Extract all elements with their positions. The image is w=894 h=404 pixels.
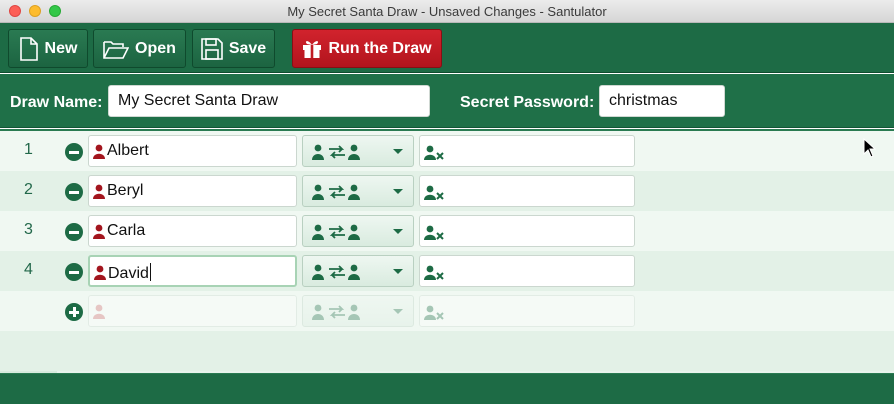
participant-name: Beryl (107, 182, 144, 199)
draw-name-label: Draw Name: (10, 94, 103, 111)
participant-name-field[interactable]: David (88, 255, 297, 287)
exclusions-field[interactable] (419, 215, 635, 247)
swap-icon (312, 184, 403, 200)
participant-name-container: David (108, 263, 151, 283)
exclusion-mode-dropdown[interactable] (302, 215, 414, 247)
open-button[interactable]: Open (93, 29, 186, 68)
save-disk-icon (201, 37, 223, 60)
row-number: 3 (24, 221, 33, 238)
chevron-down-icon (393, 229, 403, 234)
participant-name: Carla (107, 222, 146, 239)
person-exclude-icon (424, 305, 444, 320)
remove-icon[interactable] (65, 183, 83, 201)
person-icon (93, 224, 105, 239)
draw-settings-bar: Draw Name: My Secret Santa Draw Secret P… (0, 74, 894, 128)
participants-grid: 1 Albert 2 Beryl 3 Carla 4 David (0, 129, 894, 374)
person-exclude-icon (424, 145, 444, 160)
person-icon (93, 184, 105, 199)
chevron-down-icon (393, 269, 403, 274)
person-icon (93, 144, 105, 159)
maximize-window-button[interactable] (49, 5, 61, 17)
participant-row: 1 Albert (0, 131, 894, 171)
window-title: My Secret Santa Draw - Unsaved Changes -… (287, 4, 607, 19)
status-bar (0, 374, 894, 404)
remove-icon[interactable] (65, 223, 83, 241)
row-number: 1 (24, 141, 33, 158)
new-participant-name-field[interactable] (88, 295, 297, 327)
exclusion-mode-dropdown[interactable] (302, 175, 414, 207)
exclusions-field[interactable] (419, 175, 635, 207)
save-button-label: Save (228, 39, 267, 57)
save-button[interactable]: Save (192, 29, 275, 68)
person-exclude-icon (424, 265, 444, 280)
participant-row: 2 Beryl (0, 171, 894, 211)
new-file-icon (19, 36, 38, 61)
add-icon[interactable] (65, 303, 83, 321)
chevron-down-icon (393, 309, 403, 314)
run-the-draw-label: Run the Draw (328, 39, 432, 57)
person-exclude-icon (424, 225, 444, 240)
exclusion-mode-dropdown[interactable] (302, 255, 414, 287)
open-button-label: Open (135, 39, 176, 57)
participant-name-field[interactable]: Albert (88, 135, 297, 167)
new-button[interactable]: New (8, 29, 88, 68)
participant-name-field[interactable]: Beryl (88, 175, 297, 207)
new-button-label: New (44, 39, 78, 57)
swap-icon (312, 264, 403, 280)
remove-icon[interactable] (65, 143, 83, 161)
row-number: 2 (24, 181, 33, 198)
open-folder-icon (103, 40, 130, 59)
swap-icon (312, 224, 403, 240)
swap-icon (312, 144, 403, 160)
participant-name: Albert (107, 142, 149, 159)
person-icon (94, 265, 106, 280)
chevron-down-icon (393, 149, 403, 154)
new-participant-row (0, 291, 894, 331)
participant-name: David (108, 265, 149, 282)
exclusion-mode-dropdown[interactable] (302, 135, 414, 167)
minimize-window-button[interactable] (29, 5, 41, 17)
new-exclusion-mode-dropdown[interactable] (302, 295, 414, 327)
swap-icon (312, 304, 403, 320)
toolbar: New Open Save Run the Draw (0, 23, 894, 73)
gift-icon (303, 40, 322, 58)
chevron-down-icon (393, 189, 403, 194)
empty-row (0, 331, 894, 371)
draw-name-input[interactable]: My Secret Santa Draw (108, 85, 430, 117)
exclusions-field[interactable] (419, 255, 635, 287)
person-icon (93, 304, 105, 319)
participant-name-field[interactable]: Carla (88, 215, 297, 247)
person-exclude-icon (424, 185, 444, 200)
row-number: 4 (24, 261, 33, 278)
secret-password-input[interactable]: christmas (599, 85, 725, 117)
text-caret (149, 263, 151, 281)
remove-icon[interactable] (65, 263, 83, 281)
mouse-cursor-icon (863, 138, 877, 158)
participant-row: 3 Carla (0, 211, 894, 251)
new-exclusions-field[interactable] (419, 295, 635, 327)
close-window-button[interactable] (9, 5, 21, 17)
participant-row: 4 David (0, 251, 894, 291)
exclusions-field[interactable] (419, 135, 635, 167)
title-bar: My Secret Santa Draw - Unsaved Changes -… (0, 0, 894, 23)
run-the-draw-button[interactable]: Run the Draw (292, 29, 442, 68)
secret-password-label: Secret Password: (460, 94, 595, 111)
